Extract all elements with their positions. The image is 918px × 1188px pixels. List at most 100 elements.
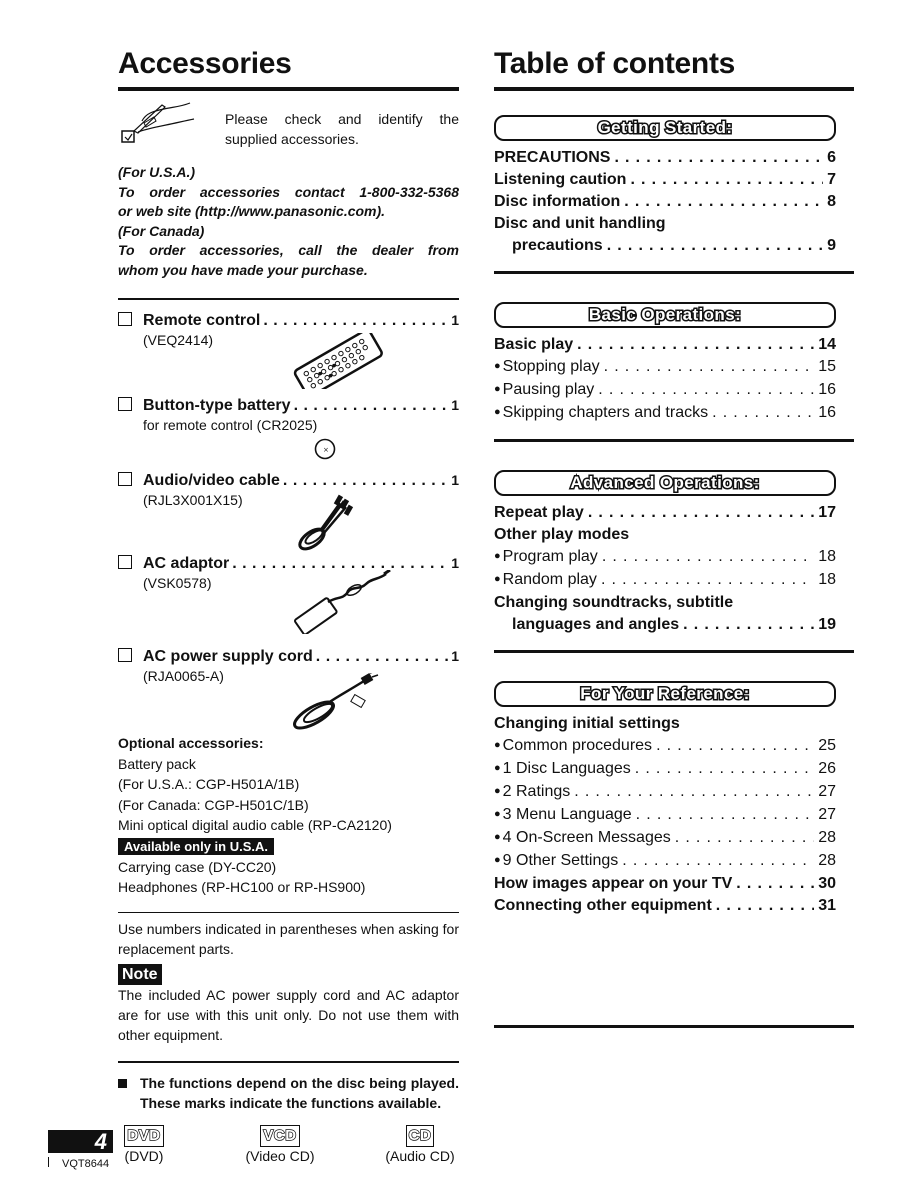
- toc-entry-label: Connecting other equipment: [494, 897, 712, 914]
- intro-text: Please check and identify the supplied a…: [225, 111, 459, 147]
- dot-leader: [263, 311, 448, 331]
- ac-adaptor-icon: [294, 570, 391, 634]
- toc-entry[interactable]: Common procedures 25: [494, 735, 836, 758]
- toc-entry[interactable]: 4 On-Screen Messages 28: [494, 827, 836, 850]
- toc-entry-label: Disc information: [494, 193, 621, 210]
- toc-entry[interactable]: Random play 18: [494, 569, 836, 592]
- toc-entry-page: 18: [818, 571, 836, 588]
- toc-entry[interactable]: 3 Menu Language 27: [494, 804, 836, 827]
- toc-entry[interactable]: Stopping play 15: [494, 356, 836, 379]
- toc-entry[interactable]: precautions 9: [494, 235, 836, 257]
- toc-entry-page: 8: [827, 193, 836, 210]
- toc-entry[interactable]: Repeat play 17: [494, 502, 836, 524]
- disc-mark-vcd: VCD (Video CD): [240, 1125, 320, 1165]
- toc-entry-page: 30: [818, 875, 836, 892]
- toc-entry-page: 28: [818, 829, 836, 846]
- disc-marks: DVD (DVD) VCD (Video CD) CD (Audio CD): [118, 1125, 459, 1175]
- accessory-qty: 1: [451, 648, 459, 664]
- dot-leader: [614, 147, 823, 169]
- power-cord-icon: [293, 673, 379, 730]
- hand-checkmark-icon: [121, 102, 195, 143]
- accessory-name: Remote control: [143, 312, 261, 329]
- toc-entry[interactable]: Changing soundtracks, subtitle: [494, 592, 836, 614]
- toc-entry[interactable]: languages and angles 19: [494, 614, 836, 636]
- toc-entry[interactable]: 1 Disc Languages 26: [494, 758, 836, 781]
- canada-order-text: To order accessories, call the dealer fr…: [118, 242, 459, 258]
- toc-entry-label: 1 Disc Languages: [494, 758, 631, 781]
- dot-leader: [716, 895, 814, 917]
- toc-entry[interactable]: Connecting other equipment 31: [494, 895, 836, 917]
- toc-entry-page: 15: [818, 358, 836, 375]
- dot-leader: [577, 334, 814, 356]
- toc-entry[interactable]: Listening caution 7: [494, 169, 836, 191]
- checkbox[interactable]: [118, 648, 132, 662]
- checkbox[interactable]: [118, 397, 132, 411]
- toc-entry-page: 25: [818, 737, 836, 754]
- note-badge: Note: [118, 964, 162, 985]
- optional-accessories: Optional accessories: Battery pack (For …: [118, 733, 459, 898]
- dvd-mark-icon: DVD: [124, 1125, 164, 1147]
- divider: [118, 298, 459, 300]
- toc-entry-page: 14: [818, 336, 836, 353]
- toc-entry[interactable]: Program play 18: [494, 546, 836, 569]
- toc-entry[interactable]: 2 Ratings 27: [494, 781, 836, 804]
- disc-mark-caption: (Audio CD): [385, 1148, 455, 1164]
- toc-entry[interactable]: Disc and unit handling: [494, 213, 836, 235]
- toc-list: Changing initial settings Common procedur…: [494, 713, 836, 917]
- toc-entry-label: 9 Other Settings: [494, 850, 619, 873]
- checkbox[interactable]: [118, 472, 132, 486]
- toc-entry[interactable]: PRECAUTIONS 6: [494, 147, 836, 169]
- toc-entry[interactable]: Skipping chapters and tracks 16: [494, 402, 836, 425]
- toc-sections: Getting Started: PRECAUTIONS 6 Listening ca…: [494, 115, 854, 917]
- svg-text:×: ×: [323, 446, 329, 454]
- toc-entry-label: Repeat play: [494, 504, 584, 521]
- checkbox[interactable]: [118, 312, 132, 326]
- toc-section-heading: Basic Operations:: [494, 302, 836, 328]
- toc-section-heading: For Your Reference:: [494, 681, 836, 707]
- toc-entry-label: PRECAUTIONS: [494, 149, 611, 166]
- accessory-name: Button-type battery: [143, 397, 291, 414]
- optional-line: (For Canada: CGP-H501C/1B): [118, 796, 309, 813]
- toc-entry-page: 27: [818, 783, 836, 800]
- dot-leader: [635, 758, 814, 780]
- optional-line: Mini optical digital audio cable (RP-CA2…: [118, 817, 392, 833]
- section-heading-text: Getting Started:: [596, 117, 733, 139]
- toc-entry[interactable]: Changing initial settings: [494, 713, 836, 735]
- section-heading-text: Basic Operations:: [587, 304, 742, 326]
- toc-entry-label: Basic play: [494, 336, 574, 353]
- toc-entry-page: 16: [818, 404, 836, 421]
- toc-entry[interactable]: How images appear on your TV 30: [494, 873, 836, 895]
- accessory-qty: 1: [451, 397, 459, 413]
- dot-leader: [622, 850, 814, 872]
- toc-section: Getting Started: PRECAUTIONS 6 Listening ca…: [494, 115, 854, 274]
- usa-website-text: or web site (http://www.panasonic.com).: [118, 203, 386, 219]
- toc-entry-page: 27: [818, 806, 836, 823]
- toc-entry[interactable]: Other play modes: [494, 524, 836, 546]
- canada-label: (For Canada): [118, 222, 205, 239]
- toc-entry-page: 26: [818, 760, 836, 777]
- toc-entry-page: 7: [827, 171, 836, 188]
- divider: [118, 911, 459, 913]
- toc-entry[interactable]: Pausing play 16: [494, 379, 836, 402]
- toc-entry-label: Pausing play: [494, 379, 595, 402]
- accessory-qty: 1: [451, 555, 459, 571]
- checkbox[interactable]: [118, 555, 132, 569]
- section-heading-text: For Your Reference:: [579, 683, 751, 705]
- toc-section: For Your Reference: Changing initial sett…: [494, 681, 854, 917]
- toc-section: Advanced Operations: Repeat play 17 Other p…: [494, 470, 854, 653]
- toc-list: PRECAUTIONS 6 Listening caution 7 Disc infor…: [494, 147, 836, 257]
- toc-entry-label: Skipping chapters and tracks: [494, 402, 708, 425]
- disc-mark-cd: CD (Audio CD): [378, 1125, 462, 1165]
- dot-leader: [316, 647, 448, 667]
- toc-section: Basic Operations: Basic play 14 Stopping pl…: [494, 302, 854, 442]
- cd-mark-icon: CD: [405, 1125, 435, 1147]
- dot-leader: [624, 191, 823, 213]
- optional-line: Headphones (RP-HC100 or RP-HS900): [118, 879, 366, 895]
- toc-entry[interactable]: 9 Other Settings 28: [494, 850, 836, 873]
- intro: Please check and identify the supplied a…: [118, 102, 459, 165]
- toc-entry-page: 9: [827, 237, 836, 254]
- toc-entry[interactable]: Disc information 8: [494, 191, 836, 213]
- toc-entry-label: How images appear on your TV: [494, 875, 733, 892]
- section-heading-text: Advanced Operations:: [569, 472, 761, 494]
- toc-entry[interactable]: Basic play 14: [494, 334, 836, 356]
